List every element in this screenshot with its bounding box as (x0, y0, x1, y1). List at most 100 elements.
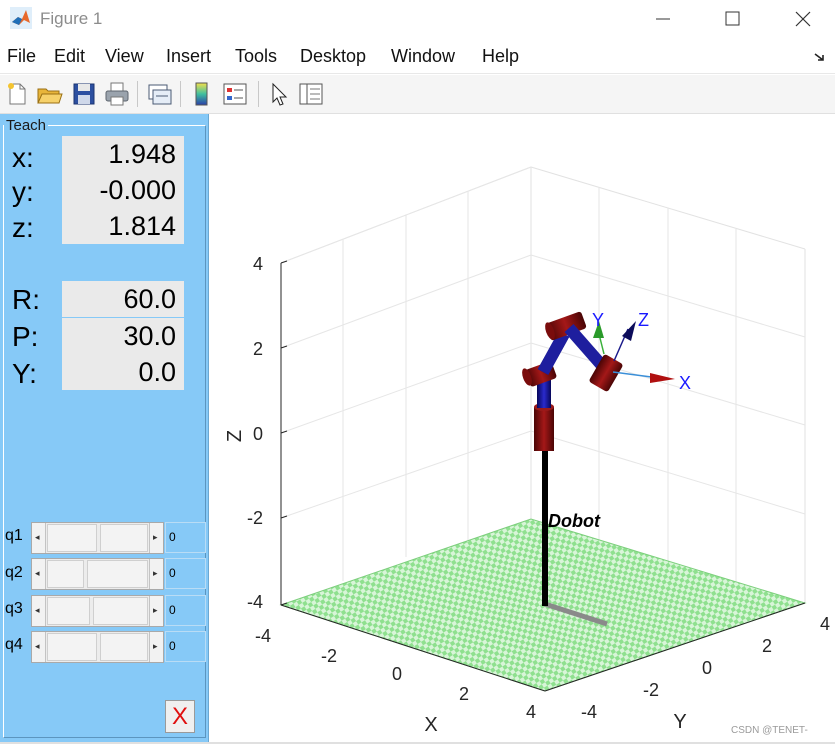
frame-z-label: Z (638, 310, 649, 330)
x-axis-title: X (424, 714, 437, 736)
menu-window[interactable]: Window (391, 46, 455, 67)
dock-arrow-icon[interactable] (813, 50, 827, 64)
new-figure-icon[interactable] (3, 80, 31, 108)
slider-track[interactable] (47, 560, 84, 588)
toolbar-separator (137, 81, 138, 107)
yaw-label: Y: (12, 358, 37, 389)
y-axis-title: Y (673, 711, 686, 733)
watermark: CSDN @TENET- (731, 725, 808, 736)
quit-button[interactable]: X (165, 700, 195, 733)
x-value: 1.948 (62, 136, 184, 172)
toolbar (0, 75, 835, 114)
slider-track[interactable] (47, 597, 90, 625)
slider-left-arrow[interactable]: ◂ (32, 523, 46, 553)
minimize-icon (656, 18, 670, 20)
maximize-icon (725, 11, 740, 26)
roll-value: 60.0 (62, 281, 184, 317)
slider-right-arrow[interactable]: ▸ (149, 632, 163, 662)
window-title: Figure 1 (40, 9, 103, 28)
joint-q4-label: q4 (5, 636, 23, 653)
close-icon (795, 11, 811, 27)
joint-q1-label: q1 (5, 527, 23, 544)
slider-thumb[interactable] (87, 560, 148, 588)
joint-q2-value[interactable]: 0 (165, 558, 206, 589)
slider-track[interactable] (47, 524, 97, 552)
menu-file[interactable]: File (7, 46, 36, 67)
yaw-value: 0.0 (62, 354, 184, 390)
menu-insert[interactable]: Insert (166, 46, 211, 67)
z-value: 1.814 (62, 208, 184, 244)
menu-desktop[interactable]: Desktop (300, 46, 366, 67)
slider-right-arrow[interactable]: ▸ (149, 559, 163, 589)
z-tick-label: -2 (247, 508, 263, 528)
menu-bar: File Edit View Insert Tools Desktop Wind… (0, 40, 835, 74)
joint-q3-value[interactable]: 0 (165, 595, 206, 626)
slider-left-arrow[interactable]: ◂ (32, 596, 46, 626)
print-icon[interactable] (103, 80, 131, 108)
maximize-button[interactable] (710, 4, 756, 34)
slider-track[interactable] (47, 633, 97, 661)
x-tick-label: -4 (255, 626, 271, 646)
save-icon[interactable] (70, 80, 98, 108)
x-tick-label: -2 (321, 646, 337, 666)
z-tick-label: 4 (253, 254, 263, 274)
joint-q3-label: q3 (5, 600, 23, 617)
menu-view[interactable]: View (105, 46, 144, 67)
frame-y-label: Y (592, 310, 604, 330)
joint-q2-label: q2 (5, 564, 23, 581)
title-bar: Figure 1 (0, 0, 835, 38)
matlab-icon (10, 7, 32, 29)
robot-plot-axes[interactable]: 4 2 0 -2 -4 Z -4 -2 0 2 4 X -4 -2 0 2 4 … (209, 114, 835, 744)
robot-joint-base (534, 407, 554, 451)
legend-icon[interactable] (221, 80, 249, 108)
z-tick-label: -4 (247, 592, 263, 612)
x-tick-label: 2 (459, 684, 469, 704)
joint-q2-slider[interactable]: ◂ ▸ (31, 558, 164, 590)
minimize-button[interactable] (640, 4, 686, 34)
slider-left-arrow[interactable]: ◂ (32, 632, 46, 662)
z-tick-label: 2 (253, 339, 263, 359)
x-tick-label: 4 (526, 702, 536, 722)
z-label: z: (12, 212, 34, 243)
toolbar-separator (180, 81, 181, 107)
pitch-value: 30.0 (62, 318, 184, 354)
y-tick-label: 0 (702, 658, 712, 678)
roll-label: R: (12, 284, 40, 315)
colorbar-icon[interactable] (188, 80, 216, 108)
slider-right-arrow[interactable]: ▸ (149, 596, 163, 626)
menu-help[interactable]: Help (482, 46, 519, 67)
x-label: x: (12, 142, 34, 173)
y-tick-label: 4 (820, 614, 830, 634)
y-tick-label: 2 (762, 636, 772, 656)
pitch-label: P: (12, 321, 39, 352)
menu-tools[interactable]: Tools (235, 46, 277, 67)
joint-q4-slider[interactable]: ◂ ▸ (31, 631, 164, 663)
y-value: -0.000 (62, 172, 184, 208)
teach-panel: Teach x: 1.948 y: -0.000 z: 1.814 R: 60.… (0, 114, 209, 744)
toolbar-separator (258, 81, 259, 107)
property-inspector-icon[interactable] (297, 80, 325, 108)
y-tick-label: -2 (643, 680, 659, 700)
z-tick-label: 0 (253, 424, 263, 444)
teach-panel-title: Teach (4, 117, 49, 134)
slider-thumb[interactable] (100, 633, 148, 661)
frame-x-label: X (679, 373, 691, 393)
open-file-icon[interactable] (35, 80, 63, 108)
y-tick-label: -4 (581, 702, 597, 722)
robot-name-label: Dobot (548, 511, 601, 531)
slider-thumb[interactable] (93, 597, 148, 625)
z-axis-title: Z (224, 430, 246, 442)
y-label: y: (12, 176, 34, 207)
menu-edit[interactable]: Edit (54, 46, 85, 67)
joint-q1-value[interactable]: 0 (165, 522, 206, 553)
slider-thumb[interactable] (100, 524, 148, 552)
joint-q4-value[interactable]: 0 (165, 631, 206, 662)
x-tick-label: 0 (392, 664, 402, 684)
pointer-icon[interactable] (265, 80, 293, 108)
joint-q1-slider[interactable]: ◂ ▸ (31, 522, 164, 554)
slider-right-arrow[interactable]: ▸ (149, 523, 163, 553)
slider-left-arrow[interactable]: ◂ (32, 559, 46, 589)
joint-q3-slider[interactable]: ◂ ▸ (31, 595, 164, 627)
link-plot-icon[interactable] (145, 80, 173, 108)
close-button[interactable] (780, 4, 826, 34)
